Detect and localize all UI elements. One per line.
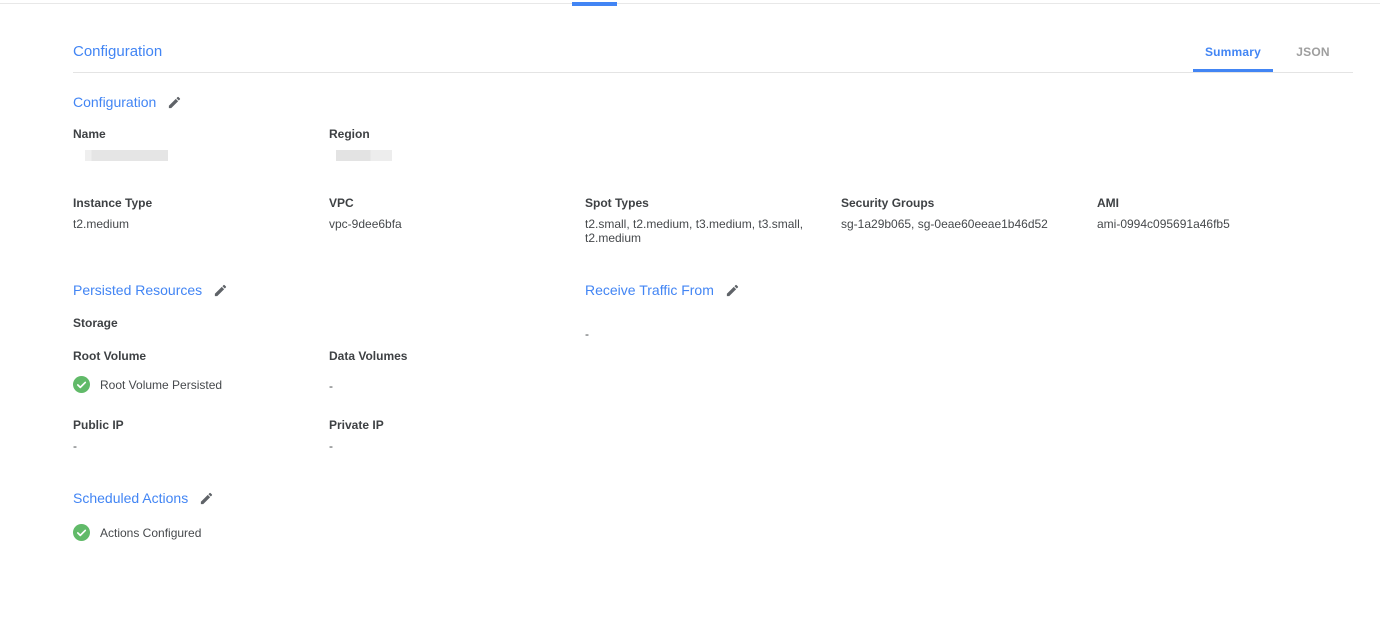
field-region: Region: [329, 128, 585, 161]
root-volume-status: Root Volume Persisted: [73, 376, 313, 393]
receive-traffic-value: -: [585, 327, 1353, 341]
public-ip-label: Public IP: [73, 419, 313, 432]
pencil-edit-icon: [199, 491, 214, 506]
config-identity-row: Name Region: [73, 128, 1353, 161]
edit-persisted-resources-button[interactable]: [213, 283, 228, 298]
private-ip-label: Private IP: [329, 419, 569, 432]
receive-traffic-label: Receive Traffic From: [585, 283, 714, 298]
resources-traffic-row: Persisted Resources Storage Root Volume …: [73, 283, 1353, 453]
top-divider: [0, 3, 1380, 4]
data-volumes-label: Data Volumes: [329, 350, 569, 363]
root-volume-label: Root Volume: [73, 350, 313, 363]
field-private-ip: Private IP -: [329, 419, 585, 453]
check-circle-icon: [73, 376, 90, 393]
scheduled-actions-block: Scheduled Actions Actions Configured: [73, 491, 1353, 541]
pencil-edit-icon: [213, 283, 228, 298]
field-spot-types: Spot Types t2.small, t2.medium, t3.mediu…: [585, 197, 841, 245]
vpc-label: VPC: [329, 197, 569, 210]
field-security-groups: Security Groups sg-1a29b065, sg-0eae60ee…: [841, 197, 1097, 245]
persisted-resources-label: Persisted Resources: [73, 283, 202, 298]
scheduled-actions-status: Actions Configured: [73, 524, 1353, 541]
top-tab-bar: [0, 0, 1380, 8]
field-public-ip: Public IP -: [73, 419, 329, 453]
data-volumes-value: -: [329, 379, 569, 393]
persisted-resources-title: Persisted Resources: [73, 283, 585, 298]
config-details-row: Instance Type t2.medium VPC vpc-9dee6bfa…: [73, 197, 1353, 245]
edit-scheduled-actions-button[interactable]: [199, 491, 214, 506]
root-volume-status-text: Root Volume Persisted: [100, 378, 222, 392]
field-instance-type: Instance Type t2.medium: [73, 197, 329, 245]
spot-types-label: Spot Types: [585, 197, 825, 210]
edit-configuration-button[interactable]: [167, 95, 182, 110]
region-label: Region: [329, 128, 569, 141]
scheduled-actions-label: Scheduled Actions: [73, 491, 188, 506]
persisted-resources-block: Persisted Resources Storage Root Volume …: [73, 283, 585, 453]
private-ip-value: -: [329, 439, 569, 453]
pencil-edit-icon: [725, 283, 740, 298]
storage-label: Storage: [73, 316, 585, 330]
configuration-section-label: Configuration: [73, 95, 156, 110]
region-redacted-value: [336, 150, 392, 161]
name-label: Name: [73, 128, 313, 141]
ami-value: ami-0994c095691a46fb5: [1097, 217, 1337, 231]
vpc-value: vpc-9dee6bfa: [329, 217, 569, 231]
field-root-volume: Root Volume Root Volume Persisted: [73, 350, 329, 393]
edit-receive-traffic-button[interactable]: [725, 283, 740, 298]
volumes-row: Root Volume Root Volume Persisted Data V…: [73, 350, 585, 393]
page-title: Configuration: [73, 43, 162, 72]
field-data-volumes: Data Volumes -: [329, 350, 585, 393]
public-ip-value: -: [73, 439, 313, 453]
instance-type-value: t2.medium: [73, 217, 313, 231]
field-ami: AMI ami-0994c095691a46fb5: [1097, 197, 1353, 245]
configuration-section-title: Configuration: [73, 95, 1353, 110]
name-redacted-value: [85, 150, 168, 161]
tab-json[interactable]: JSON: [1273, 45, 1353, 72]
scheduled-actions-title: Scheduled Actions: [73, 491, 1353, 506]
field-name: Name: [73, 128, 329, 161]
ip-row: Public IP - Private IP -: [73, 419, 585, 453]
field-vpc: VPC vpc-9dee6bfa: [329, 197, 585, 245]
active-tab-indicator: [572, 2, 617, 6]
ami-label: AMI: [1097, 197, 1337, 210]
instance-type-label: Instance Type: [73, 197, 313, 210]
security-groups-label: Security Groups: [841, 197, 1081, 210]
receive-traffic-block: Receive Traffic From -: [585, 283, 1353, 453]
pencil-edit-icon: [167, 95, 182, 110]
configuration-page: Configuration Summary JSON Configuration…: [73, 8, 1353, 541]
page-header: Configuration Summary JSON: [73, 8, 1353, 73]
check-circle-icon: [73, 524, 90, 541]
view-tabs: Summary JSON: [1193, 45, 1353, 72]
scheduled-actions-status-text: Actions Configured: [100, 526, 201, 540]
spot-types-value: t2.small, t2.medium, t3.medium, t3.small…: [585, 217, 825, 245]
tab-summary[interactable]: Summary: [1193, 45, 1273, 72]
security-groups-value: sg-1a29b065, sg-0eae60eeae1b46d52: [841, 217, 1081, 231]
receive-traffic-title: Receive Traffic From: [585, 283, 1353, 298]
